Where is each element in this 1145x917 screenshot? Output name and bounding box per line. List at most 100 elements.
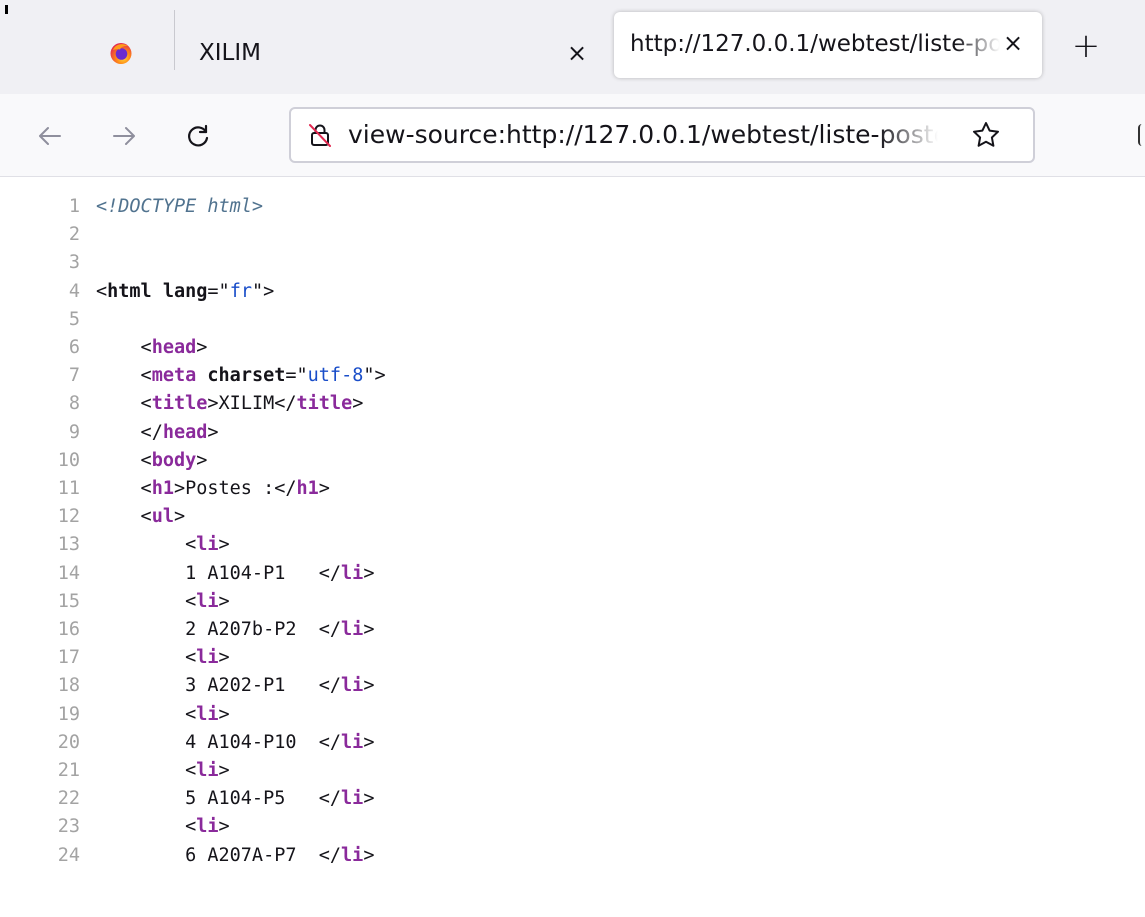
back-button[interactable] [30, 116, 70, 156]
code-token: >Postes :</ [173, 478, 297, 499]
code-token: li [196, 647, 219, 669]
tab-close-icon[interactable]: × [1001, 31, 1025, 55]
code-token: meta [151, 365, 197, 387]
new-tab-button[interactable]: + [1066, 26, 1106, 66]
code-token: li [341, 619, 364, 640]
source-code: <head> [96, 334, 208, 362]
view-source-content: 1 <!DOCTYPE html> 2 3 4 <html lang="fr"> 5 6 <h… [0, 177, 1145, 917]
line-number: 17 [57, 647, 80, 669]
code-token: li [341, 844, 364, 866]
source-code: <body> [96, 447, 208, 475]
code-token: </ [96, 421, 163, 443]
reload-button[interactable] [178, 116, 218, 156]
code-token: > [218, 590, 230, 612]
url-bar[interactable]: view-source:http://127.0.0.1/webtest/lis… [289, 107, 1035, 163]
code-token: > [318, 478, 330, 499]
reload-icon [188, 124, 209, 147]
source-code: 3 A202-P1 </li> [96, 672, 374, 700]
line-number: 23 [57, 816, 80, 838]
source-code: <li> [96, 644, 230, 672]
code-token: head [162, 421, 208, 443]
toolbar-overflow-edge [1138, 124, 1144, 146]
code-token: > [218, 703, 230, 725]
code-token: > [352, 393, 364, 415]
code-token: < [96, 478, 152, 499]
code-token: h1 [151, 478, 174, 499]
viewport-edge [0, 906, 1145, 917]
code-token: li [341, 731, 364, 753]
code-token: li [196, 534, 219, 556]
line-number: 18 [57, 675, 80, 697]
line-number: 5 [68, 308, 80, 330]
star-icon[interactable] [971, 120, 1001, 150]
code-token: lang [162, 280, 208, 302]
code-token: body [151, 449, 197, 471]
source-code: <meta charset="utf-8"> [96, 362, 386, 390]
code-token: < [96, 703, 197, 725]
line-number: 11 [57, 478, 80, 499]
source-code: 6 A207A-P7 </li> [96, 842, 374, 870]
firefox-menu-tab[interactable] [92, 10, 174, 94]
code-token: >XILIM</ [207, 393, 297, 415]
source-code: 4 A104-P10 </li> [96, 729, 374, 757]
line-number: 12 [57, 506, 80, 528]
firefox-logo-icon [110, 43, 132, 64]
source-code: <li> [96, 813, 230, 841]
tab-xilim[interactable]: XILIM × [175, 10, 607, 94]
code-token: 1 A104-P1 </ [96, 562, 342, 584]
code-token: li [196, 760, 219, 781]
code-token: > [196, 449, 208, 471]
code-token: "> [363, 365, 386, 387]
code-token: > [363, 675, 375, 697]
code-token: 6 A207A-P7 </ [96, 844, 342, 866]
code-token: > [218, 534, 230, 556]
line-number: 13 [57, 534, 80, 556]
code-token: ul [151, 506, 174, 528]
source-code: 2 A207b-P2 </li> [96, 616, 374, 644]
code-token: > [363, 731, 375, 753]
code-token: < [96, 647, 197, 669]
tab-title: XILIM [199, 40, 261, 66]
code-token: > [363, 562, 375, 584]
insecure-lock-icon[interactable] [307, 122, 333, 148]
code-token: =" [207, 280, 230, 302]
source-code: <li> [96, 701, 230, 729]
tab-view-source[interactable]: http://127.0.0.1/webtest/liste-postes × [614, 12, 1042, 78]
code-token: > [218, 816, 230, 838]
source-code: <ul> [96, 503, 186, 531]
code-token: > [363, 844, 375, 866]
url-text[interactable]: view-source:http://127.0.0.1/webtest/lis… [348, 120, 938, 149]
code-token: < [96, 506, 152, 528]
source-code: <!DOCTYPE html> [96, 193, 263, 221]
source-code: <li> [96, 588, 230, 616]
line-number: 4 [68, 280, 80, 302]
code-token: li [341, 675, 364, 697]
navigation-toolbar: view-source:http://127.0.0.1/webtest/lis… [0, 94, 1145, 177]
code-token: > [363, 619, 375, 640]
line-number: 16 [57, 619, 80, 640]
code-token: <!DOCTYPE html> [96, 196, 264, 217]
line-number: 14 [57, 562, 80, 584]
code-token: li [341, 562, 364, 584]
code-token: li [196, 703, 219, 725]
code-token: head [151, 337, 197, 358]
source-code: 5 A104-P5 </li> [96, 785, 374, 813]
tab-close-icon[interactable]: × [565, 41, 589, 65]
code-token: 3 A202-P1 </ [96, 675, 342, 697]
line-number: 19 [57, 703, 80, 725]
code-token: =" [285, 365, 308, 387]
tab-strip: XILIM × http://127.0.0.1/webtest/liste-p… [0, 0, 1145, 94]
code-token: < [96, 760, 197, 781]
source-code: <li> [96, 531, 230, 559]
line-number: 24 [57, 844, 80, 866]
code-token: > [363, 788, 375, 810]
forward-button[interactable] [104, 116, 144, 156]
source-code: 1 A104-P1 </li> [96, 560, 374, 588]
line-number: 8 [68, 393, 80, 415]
code-token: 4 A104-P10 </ [96, 731, 342, 753]
code-token: > [218, 647, 230, 669]
code-token: < [96, 590, 197, 612]
code-token: < [96, 280, 108, 302]
line-number: 10 [57, 449, 80, 471]
